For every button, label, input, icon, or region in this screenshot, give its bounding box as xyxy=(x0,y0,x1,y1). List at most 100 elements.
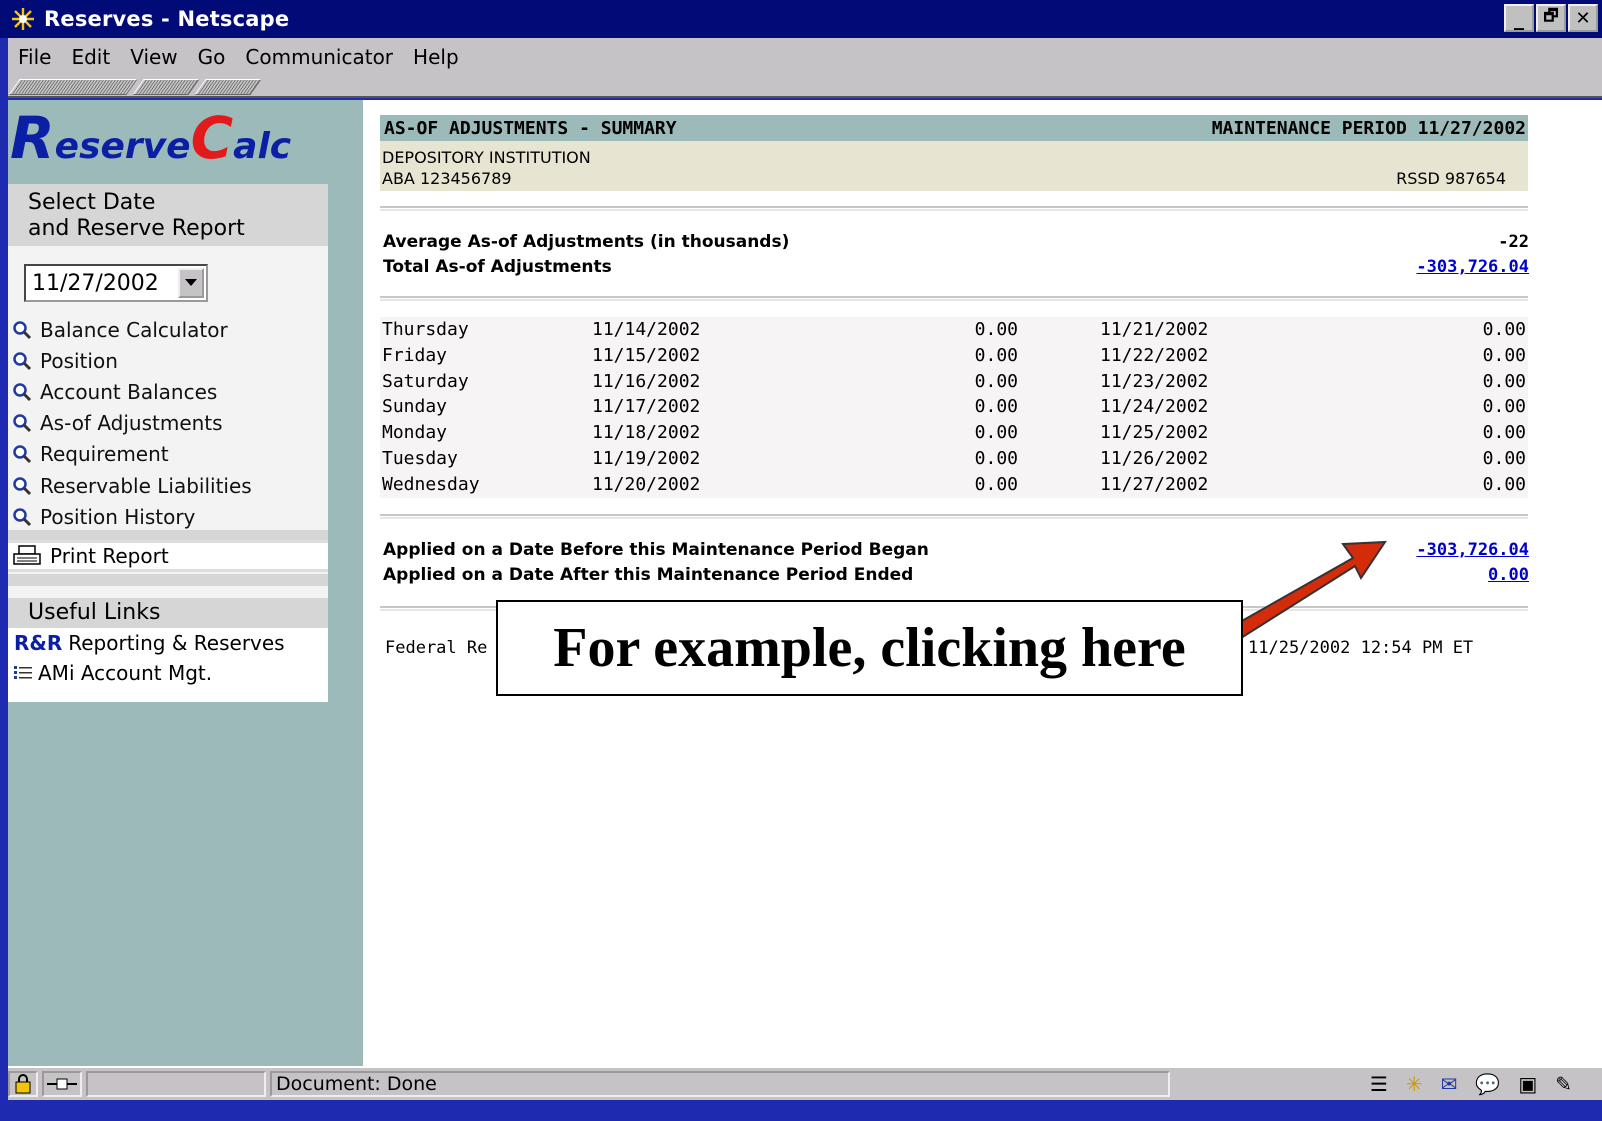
print-report-link[interactable]: Print Report xyxy=(8,540,328,572)
nav-as-of-adjustments[interactable]: As-of Adjustments xyxy=(12,408,252,439)
component-bar: ☰ ✳ ✉ 💬 ▣ ✎ xyxy=(1370,1072,1572,1096)
status-bar: Document: Done ☰ ✳ ✉ 💬 ▣ ✎ xyxy=(8,1066,1602,1100)
total-adjustments-row: Total As-of Adjustments -303,726.04 xyxy=(383,257,1529,277)
divider xyxy=(380,296,1528,301)
close-button[interactable]: ✕ xyxy=(1568,4,1598,32)
toolbar-grip[interactable] xyxy=(194,79,262,95)
magnifier-icon xyxy=(12,318,36,342)
footer-timestamp: 11/25/2002 12:54 PM ET xyxy=(1248,638,1474,658)
netscape-icon xyxy=(10,6,36,32)
reservecalc-logo: Reserve Calc xyxy=(10,104,292,172)
list-icon xyxy=(14,665,32,681)
footer-text: Federal Re xyxy=(385,638,488,658)
nav-account-balances[interactable]: Account Balances xyxy=(12,376,252,407)
nav-position-history[interactable]: Position History xyxy=(12,501,252,532)
maximize-button[interactable]: 🗗 xyxy=(1536,4,1566,32)
total-adjustments-link[interactable]: -303,726.04 xyxy=(1416,257,1529,277)
menu-help[interactable]: Help xyxy=(413,45,459,69)
report-header: AS-OF ADJUSTMENTS - SUMMARY MAINTENANCE … xyxy=(380,115,1528,141)
window-titlebar: Reserves - Netscape _ 🗗 ✕ xyxy=(0,0,1602,38)
callout-arrow xyxy=(1231,540,1387,640)
divider xyxy=(380,514,1528,519)
value-week2: 0.00 xyxy=(1482,447,1526,469)
value-week2: 0.00 xyxy=(1482,370,1526,392)
date-select[interactable]: 11/27/2002 xyxy=(24,264,208,302)
value-week1: 0.00 xyxy=(974,396,1018,418)
navigator-icon[interactable]: ☰ xyxy=(1370,1072,1388,1096)
nav-reservable-liabilities[interactable]: Reservable Liabilities xyxy=(12,470,252,501)
callout-box: For example, clicking here xyxy=(496,600,1243,696)
netscape-icon[interactable]: ✳ xyxy=(1406,1072,1423,1096)
date-week2: 11/21/2002 xyxy=(1100,319,1209,340)
chevron-down-icon[interactable] xyxy=(178,268,204,298)
date-week2: 11/27/2002 xyxy=(1100,473,1209,495)
value-week2: 0.00 xyxy=(1482,396,1526,418)
date-week2: 11/26/2002 xyxy=(1100,447,1209,469)
value-week1: 0.00 xyxy=(974,447,1018,469)
date-week2: 11/25/2002 xyxy=(1100,422,1209,444)
date-week1: 11/16/2002 xyxy=(592,370,701,392)
menu-file[interactable]: File xyxy=(18,45,51,69)
report-title: AS-OF ADJUSTMENTS - SUMMARY xyxy=(384,117,677,139)
report-content: AS-OF ADJUSTMENTS - SUMMARY MAINTENANCE … xyxy=(363,100,1602,1088)
link-ami-account-mgt[interactable]: AMi Account Mgt. xyxy=(8,658,328,688)
toolbar-grip[interactable] xyxy=(8,79,138,95)
table-row: Tuesday 11/19/2002 0.00 11/26/2002 0.00 xyxy=(380,446,1528,472)
composer-icon[interactable]: ▣ xyxy=(1518,1072,1537,1096)
value-week1: 0.00 xyxy=(974,370,1018,392)
value-week1: 0.00 xyxy=(974,344,1018,366)
table-row: Friday 11/15/2002 0.00 11/22/2002 0.00 xyxy=(380,343,1528,369)
progress-meter xyxy=(86,1071,266,1097)
value-week1: 0.00 xyxy=(974,319,1018,340)
rssd-number: RSSD 987654 xyxy=(1396,169,1506,188)
maintenance-period: MAINTENANCE PERIOD 11/27/2002 xyxy=(1211,117,1526,139)
value-week2: 0.00 xyxy=(1482,473,1526,495)
date-week1: 11/14/2002 xyxy=(592,319,701,340)
menu-go[interactable]: Go xyxy=(198,45,226,69)
date-week1: 11/18/2002 xyxy=(592,422,701,444)
applied-after-link[interactable]: 0.00 xyxy=(1488,565,1529,585)
useful-links-panel: Useful Links R&R Reporting & Reserves AM… xyxy=(8,598,328,702)
value-week1: 0.00 xyxy=(974,422,1018,444)
toolbar-grips xyxy=(8,76,1602,98)
close-icon: ✕ xyxy=(1575,7,1591,29)
magnifier-icon xyxy=(12,349,36,373)
date-week1: 11/17/2002 xyxy=(592,396,701,418)
edit-icon[interactable]: ✎ xyxy=(1555,1072,1572,1096)
day-name: Sunday xyxy=(382,396,448,418)
lock-icon[interactable] xyxy=(8,1071,38,1097)
magnifier-icon xyxy=(12,442,36,466)
aba-number: ABA 123456789 xyxy=(382,169,512,188)
date-week2: 11/22/2002 xyxy=(1100,344,1209,366)
date-week1: 11/19/2002 xyxy=(592,447,701,469)
value-week1: 0.00 xyxy=(974,473,1018,495)
nav-position[interactable]: Position xyxy=(12,345,252,376)
magnifier-icon xyxy=(12,411,36,435)
toolbar-grip[interactable] xyxy=(132,79,200,95)
discussion-icon[interactable]: 💬 xyxy=(1475,1072,1500,1096)
report-nav: Balance Calculator Position Account Bala… xyxy=(12,314,252,532)
value-week2: 0.00 xyxy=(1482,344,1526,366)
printer-icon xyxy=(12,544,42,568)
date-select-value: 11/27/2002 xyxy=(32,270,159,296)
minimize-button[interactable]: _ xyxy=(1504,4,1534,32)
magnifier-icon xyxy=(12,474,36,498)
value-week2: 0.00 xyxy=(1482,319,1526,340)
table-row: Wednesday 11/20/2002 0.00 11/27/2002 0.00 xyxy=(380,472,1528,498)
nav-requirement[interactable]: Requirement xyxy=(12,439,252,470)
menu-view[interactable]: View xyxy=(130,45,177,69)
date-week2: 11/23/2002 xyxy=(1100,370,1209,392)
menu-bar: File Edit View Go Communicator Help xyxy=(8,38,1602,76)
mail-icon[interactable]: ✉ xyxy=(1441,1072,1458,1096)
connection-icon xyxy=(42,1071,82,1097)
applied-before-link[interactable]: -303,726.04 xyxy=(1416,540,1529,560)
menu-communicator[interactable]: Communicator xyxy=(245,45,393,69)
window-title: Reserves - Netscape xyxy=(44,7,290,31)
maximize-icon: 🗗 xyxy=(1543,5,1559,25)
nav-balance-calculator[interactable]: Balance Calculator xyxy=(12,314,252,345)
menu-edit[interactable]: Edit xyxy=(71,45,110,69)
link-reporting-reserves[interactable]: R&R Reporting & Reserves xyxy=(8,628,328,658)
average-adjustments-value: -22 xyxy=(1498,232,1529,252)
sidebar-divider xyxy=(8,574,328,586)
day-name: Thursday xyxy=(382,319,469,340)
